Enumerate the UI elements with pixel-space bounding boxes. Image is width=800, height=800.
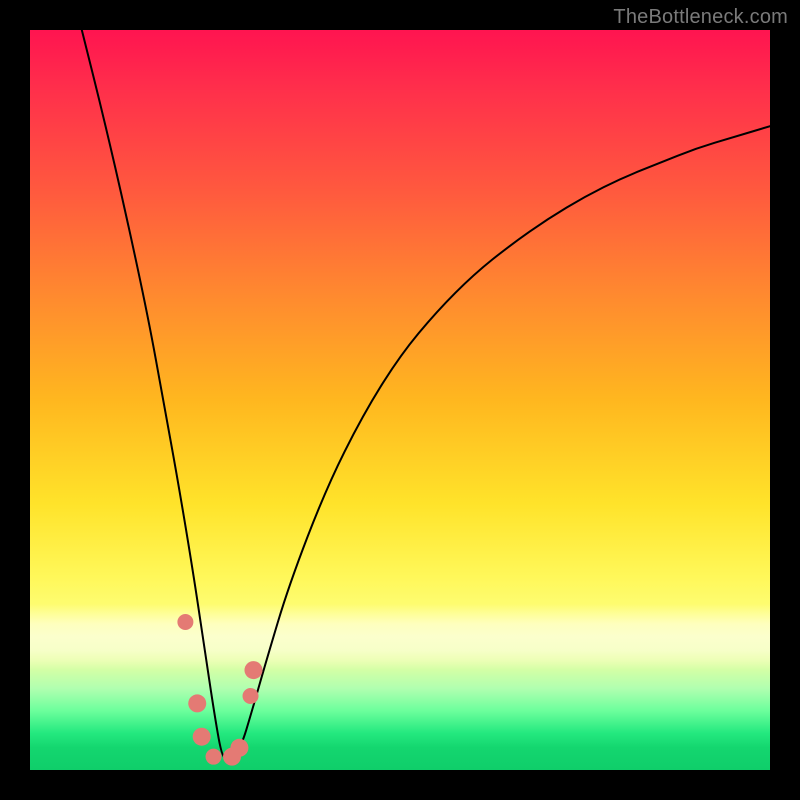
plot-area [30,30,770,770]
highlight-dot [193,728,211,746]
bottleneck-curve-path [82,30,770,759]
highlight-dot [177,614,193,630]
highlight-dot [188,694,206,712]
chart-stage: TheBottleneck.com [0,0,800,800]
curve-svg [30,30,770,770]
highlight-dot [206,749,222,765]
watermark-text: TheBottleneck.com [613,6,788,29]
highlight-dot [244,661,262,679]
highlight-dot [230,739,248,757]
highlight-dot [243,688,259,704]
